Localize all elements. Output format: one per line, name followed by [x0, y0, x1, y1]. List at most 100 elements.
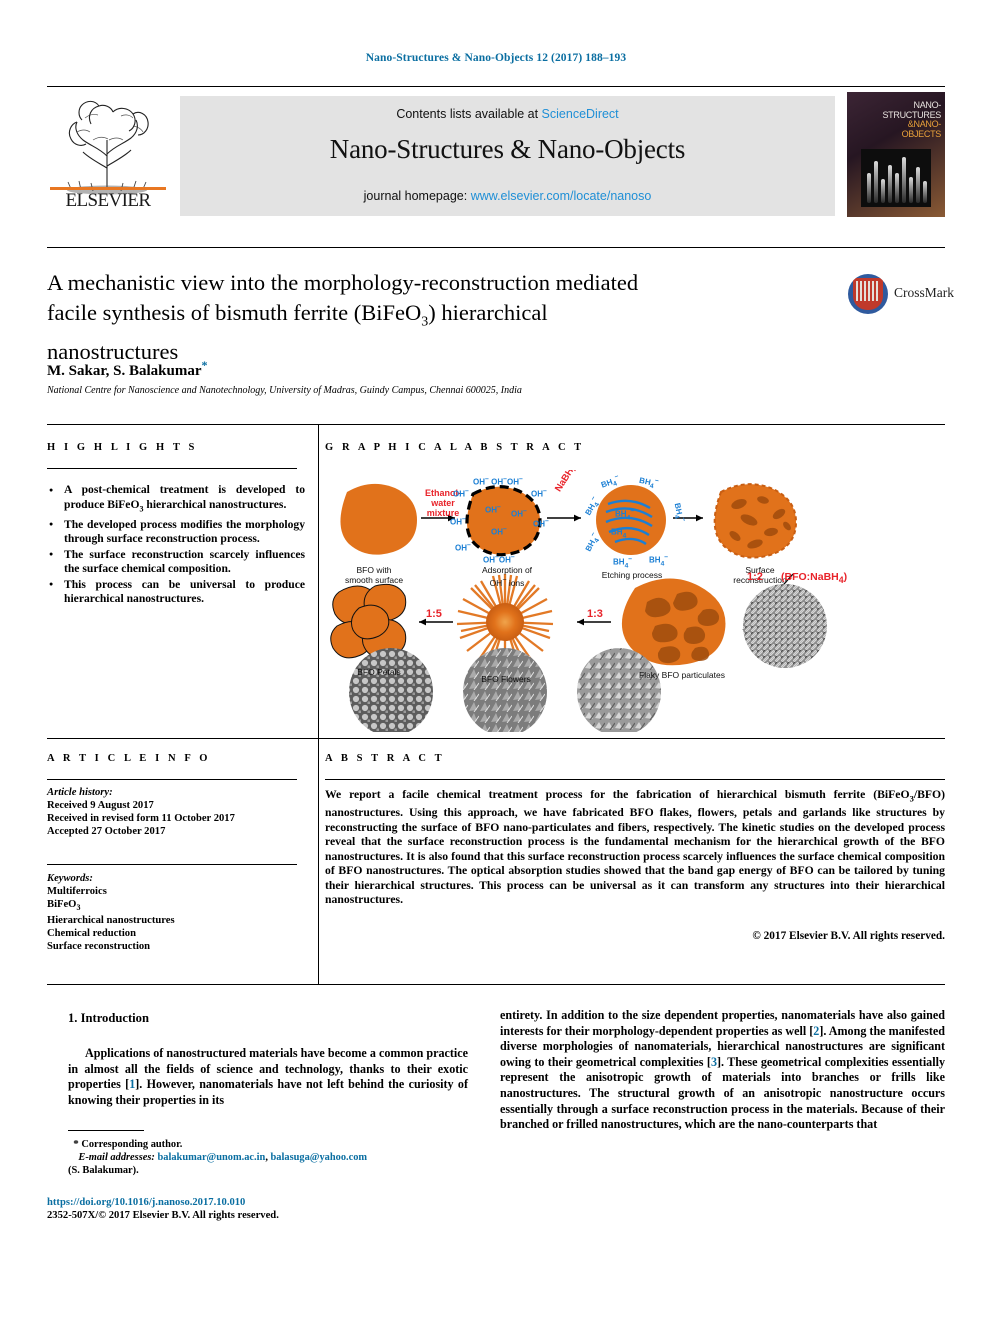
running-head: Nano-Structures & Nano-Objects 12 (2017)… [365, 52, 627, 64]
email-label: E-mail addresses: [78, 1152, 155, 1164]
footnote-block: * Corresponding author. E-mail addresses… [68, 1138, 468, 1178]
section-heading-introduction: 1. Introduction [68, 1011, 149, 1025]
highlights-rule [47, 468, 297, 469]
highlight-text-a: The developed process modifies the morph… [64, 517, 305, 546]
homepage-prefix: journal homepage: [363, 189, 471, 203]
keyword-item: Surface reconstruction [47, 941, 151, 953]
history-received: Received 9 August 2017 [47, 800, 154, 811]
band-divider-bottom [47, 984, 945, 985]
cover-title-text: NANO- STRUCTURES &NANO- OBJECTS [875, 100, 942, 139]
title-line-1: A mechanistic view into the morphology-r… [47, 270, 639, 295]
list-item: The developed process modifies the morph… [47, 517, 305, 547]
masthead-band: Contents lists available at ScienceDirec… [180, 96, 835, 216]
contents-prefix: Contents lists available at [396, 107, 542, 121]
abstract-part-2: /BFO) nanostructures. Using this approac… [325, 788, 945, 907]
author-list: M. Sakar, S. Balakumar* [47, 358, 807, 380]
band-divider-top [47, 424, 945, 425]
email-note: E-mail addresses: balakumar@unom.ac.in, … [68, 1151, 468, 1164]
ga-label-etching: Etching process [601, 570, 663, 580]
doi-link[interactable]: https://doi.org/10.1016/j.nanoso.2017.10… [47, 1196, 487, 1209]
article-info-rule [47, 779, 297, 780]
highlights-list: A post-chemical treatment is developed t… [47, 483, 305, 608]
corresponding-author-marker: * [201, 358, 208, 372]
ga-label-adsorption: Adsorption of OH− ions [481, 565, 533, 588]
doi-block: https://doi.org/10.1016/j.nanoso.2017.10… [47, 1196, 487, 1223]
corresponding-author-text: Corresponding author. [81, 1139, 183, 1150]
paper-page: Nano-Structures & Nano-Objects 12 (2017)… [0, 0, 992, 1323]
ga-label-oh-1: OH− OH−OH− [473, 476, 523, 487]
ga-label-bh4-8: BH4− [615, 508, 635, 522]
crossmark-badge[interactable]: CrossMark [848, 272, 954, 318]
keyword-item: Hierarchical nanostructures [47, 915, 175, 927]
corresponding-author-note: * Corresponding author. [68, 1138, 468, 1151]
body-column-right: entirety. In addition to the size depend… [500, 1008, 945, 1133]
cover-line-4: OBJECTS [901, 128, 942, 139]
keyword-item: Chemical reduction [47, 928, 136, 940]
ga-label-oh-5: OH− [533, 518, 549, 529]
column-separator [318, 424, 319, 984]
highlight-text-b: hierarchical nanostructures. [143, 497, 287, 511]
ga-label-oh-10: OH− [491, 526, 507, 537]
abstract-heading: A B S T R A C T [325, 753, 445, 764]
journal-masthead: ELSEVIER Contents lists available at Sci… [47, 86, 945, 217]
graphical-abstract-figure: BFO with smooth surface Adsorption of OH− … [325, 470, 945, 732]
history-accepted: Accepted 27 October 2017 [47, 826, 166, 837]
email-owner: (S. Balakumar). [68, 1165, 139, 1177]
ga-label-oh-9: OH− [511, 508, 527, 519]
ga-label-bfo-smooth: BFO with smooth surface [344, 565, 404, 585]
keyword-text: BiFeO [47, 899, 77, 910]
ga-label-bfo-nabh4: (BFO:NaBH4) [781, 571, 848, 586]
ga-label-oh-6: OH− [455, 542, 471, 553]
band-divider-middle [47, 738, 945, 739]
highlights-heading: H I G H L I G H T S [47, 442, 198, 453]
ga-label-petals: BFO Petals [357, 667, 401, 677]
journal-title: Nano-Structures & Nano-Objects [329, 134, 686, 164]
list-item: The surface reconstruction scarcely infl… [47, 547, 305, 577]
ga-label-bh4-9: BH4− [611, 526, 631, 540]
ga-label-oh-7: OH−OH− [483, 554, 515, 565]
abstract-copyright: © 2017 Elsevier B.V. All rights reserved… [752, 930, 945, 942]
ga-label-oh-4: OH− [450, 516, 466, 527]
page-title: A mechanistic view into the morphology-r… [47, 268, 807, 366]
asterisk-marker: * [73, 1138, 79, 1150]
journal-homepage-link[interactable]: www.elsevier.com/locate/nanoso [471, 189, 652, 203]
title-divider [47, 247, 945, 248]
cover-sem-image [861, 149, 931, 207]
elsevier-wordmark: ELSEVIER [65, 190, 152, 211]
keywords-label: Keywords: [47, 873, 93, 884]
ga-label-ratio-1-5: 1:5 [426, 608, 442, 620]
ga-label-oh-8: OH− [485, 504, 501, 515]
keyword-item: Multiferroics [47, 886, 107, 897]
journal-cover-thumbnail[interactable]: NANO- STRUCTURES &NANO- OBJECTS [847, 92, 945, 217]
graphical-abstract-heading: G R A P H I C A L A B S T R A C T [325, 442, 585, 453]
contents-line: Contents lists available at ScienceDirec… [180, 107, 835, 121]
ga-label-flowers: BFO Flowers [481, 674, 531, 684]
highlight-text-a: This process can be universal to produce… [64, 577, 305, 606]
history-label: Article history: [47, 787, 113, 798]
article-history: Article history: Received 9 August 2017 … [47, 786, 305, 838]
highlight-text-a: The surface reconstruction scarcely infl… [64, 547, 305, 576]
keywords-block: Keywords: Multiferroics BiFeO3 Hierarchi… [47, 872, 305, 953]
email-link-1[interactable]: balakumar@unom.ac.in [157, 1152, 265, 1163]
ga-label-oh-2: OH− [453, 488, 469, 499]
email-link-2[interactable]: balasuga@yahoo.com [271, 1152, 368, 1163]
ga-label-bh4-7: BH4− [649, 554, 669, 568]
author-names: M. Sakar, S. Balakumar [47, 363, 202, 379]
list-item: A post-chemical treatment is developed t… [47, 483, 305, 517]
keyword-subscript: 3 [76, 903, 81, 913]
history-revised: Received in revised form 11 October 2017 [47, 813, 235, 824]
issn-copyright: 2352-507X/© 2017 Elsevier B.V. All right… [47, 1210, 279, 1222]
title-line-2b: ) hierarchical [428, 299, 548, 325]
abstract-rule [325, 779, 945, 780]
title-line-2a: facile synthesis of bismuth ferrite (BiF… [47, 299, 422, 325]
ga-label-flaky: Flaky BFO particulates [639, 670, 725, 680]
sciencedirect-link[interactable]: ScienceDirect [542, 107, 619, 121]
keyword-item: BiFeO3 [47, 898, 305, 914]
ga-label-ratio-1-2: 1:2 [747, 571, 763, 583]
list-item: This process can be universal to produce… [47, 577, 305, 607]
ga-label-bh4-6: BH4− [613, 556, 633, 570]
abstract-part-1: We report a facile chemical treatment pr… [325, 788, 910, 801]
footnote-rule [68, 1130, 144, 1131]
keywords-rule [47, 864, 297, 865]
affiliation: National Centre for Nanoscience and Nano… [47, 385, 522, 396]
